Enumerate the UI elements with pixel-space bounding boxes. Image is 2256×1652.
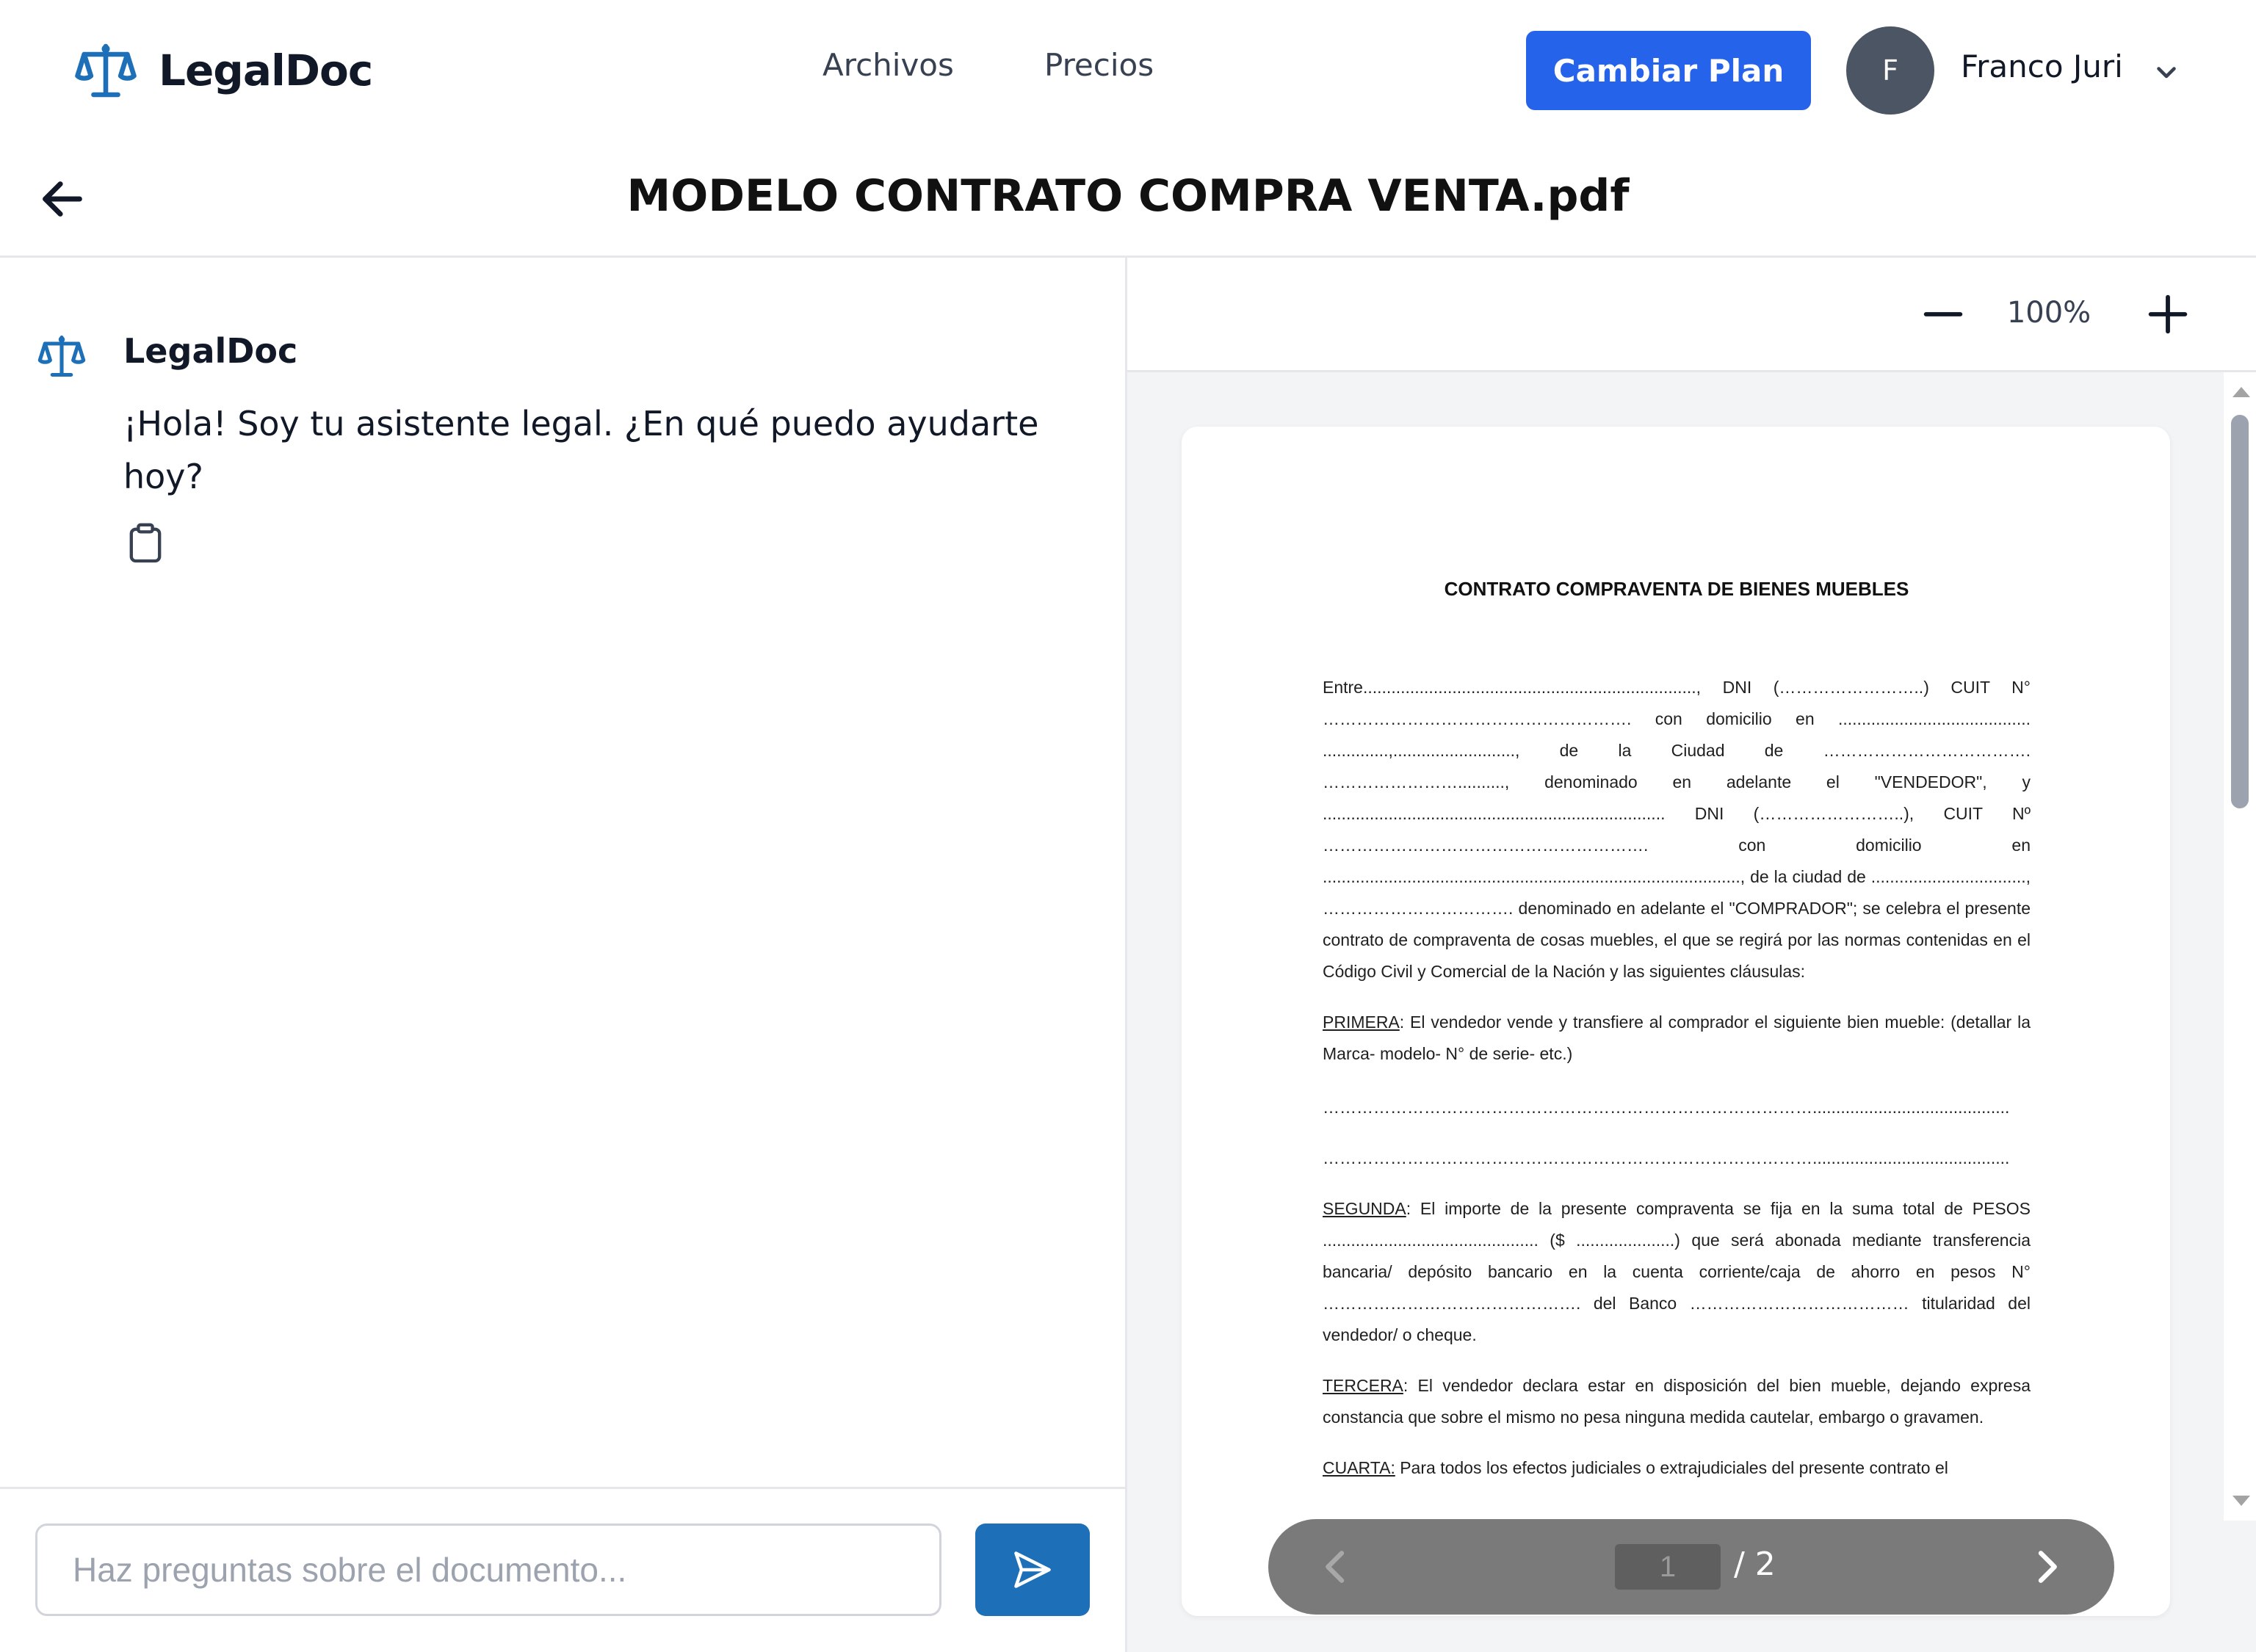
clause-text: : El vendedor declara estar en disposici… [1323, 1376, 2031, 1427]
scroll-up-arrow[interactable] [2232, 387, 2250, 397]
send-icon [1014, 1551, 1051, 1588]
clause-label: CUARTA: [1323, 1458, 1395, 1477]
page-total: / 2 [1734, 1546, 1776, 1583]
chevron-left-icon[interactable] [1312, 1543, 1359, 1590]
clause-text: Para todos los efectos judiciales o extr… [1395, 1458, 1948, 1477]
clause-text: : El importe de la presente compraventa … [1323, 1199, 2031, 1344]
contract-heading: CONTRATO COMPRAVENTA DE BIENES MUEBLES [1444, 578, 1909, 600]
clause-label: TERCERA [1323, 1376, 1403, 1395]
blank-line: ……………………………………………………………………………...........… [1323, 1148, 2010, 1167]
clause-primera: PRIMERA: El vendedor vende y transfiere … [1323, 1007, 2031, 1070]
user-name[interactable]: Franco Juri [1961, 48, 2123, 84]
clipboard-icon[interactable] [128, 522, 163, 565]
chat-input[interactable] [35, 1524, 941, 1616]
scales-icon [75, 43, 137, 98]
chevron-right-icon[interactable] [2023, 1543, 2070, 1590]
chat-input-divider [0, 1487, 1125, 1489]
chevron-down-icon[interactable] [2153, 59, 2180, 85]
contract-intro: Entre...................................… [1323, 678, 2031, 981]
pdf-page: CONTRATO COMPRAVENTA DE BIENES MUEBLES E… [1182, 427, 2170, 1616]
scroll-thumb[interactable] [2231, 415, 2249, 808]
message-text: ¡Hola! Soy tu asistente legal. ¿En qué p… [123, 404, 1039, 496]
clause-tercera: TERCERA: El vendedor declara estar en di… [1323, 1370, 2031, 1433]
clause-label: PRIMERA [1323, 1012, 1400, 1032]
page-navigator: / 2 [1268, 1519, 2114, 1615]
nav-link-archivos[interactable]: Archivos [822, 47, 954, 83]
navbar: LegalDoc Archivos Precios Cambiar Plan F… [0, 0, 2256, 142]
zoom-level: 100% [2006, 296, 2092, 330]
clause-cuarta: CUARTA: Para todos los efectos judiciale… [1323, 1452, 2031, 1484]
viewer-scrollbar[interactable] [2224, 372, 2256, 1521]
brand[interactable]: LegalDoc [73, 37, 373, 104]
avatar[interactable]: F [1846, 26, 1934, 115]
pdf-viewer: 100% CONTRATO COMPRAVENTA DE BIENES MUEB… [1127, 258, 2256, 1652]
send-button[interactable] [975, 1524, 1090, 1616]
contract-body: Entre...................................… [1323, 672, 2031, 1503]
clause-segunda: SEGUNDA: El importe de la presente compr… [1323, 1193, 2031, 1351]
clause-label: SEGUNDA [1323, 1199, 1406, 1218]
document-title: MODELO CONTRATO COMPRA VENTA.pdf [626, 170, 1630, 222]
plus-icon[interactable] [2142, 289, 2194, 340]
minus-icon[interactable] [1917, 289, 1969, 340]
message-sender: LegalDoc [123, 331, 298, 371]
clause-text: : El vendedor vende y transfiere al comp… [1323, 1012, 2031, 1063]
blank-line: ……………………………………………………………………………...........… [1323, 1098, 2010, 1117]
scales-icon [37, 335, 86, 377]
zoom-toolbar: 100% [1127, 258, 2256, 372]
nav-link-precios[interactable]: Precios [1044, 47, 1154, 83]
chat-panel: LegalDoc ¡Hola! Soy tu asistente legal. … [0, 258, 1125, 1652]
page-number-input[interactable] [1615, 1544, 1721, 1590]
brand-name: LegalDoc [159, 46, 373, 95]
scroll-down-arrow[interactable] [2232, 1496, 2250, 1506]
change-plan-button[interactable]: Cambiar Plan [1526, 31, 1811, 110]
